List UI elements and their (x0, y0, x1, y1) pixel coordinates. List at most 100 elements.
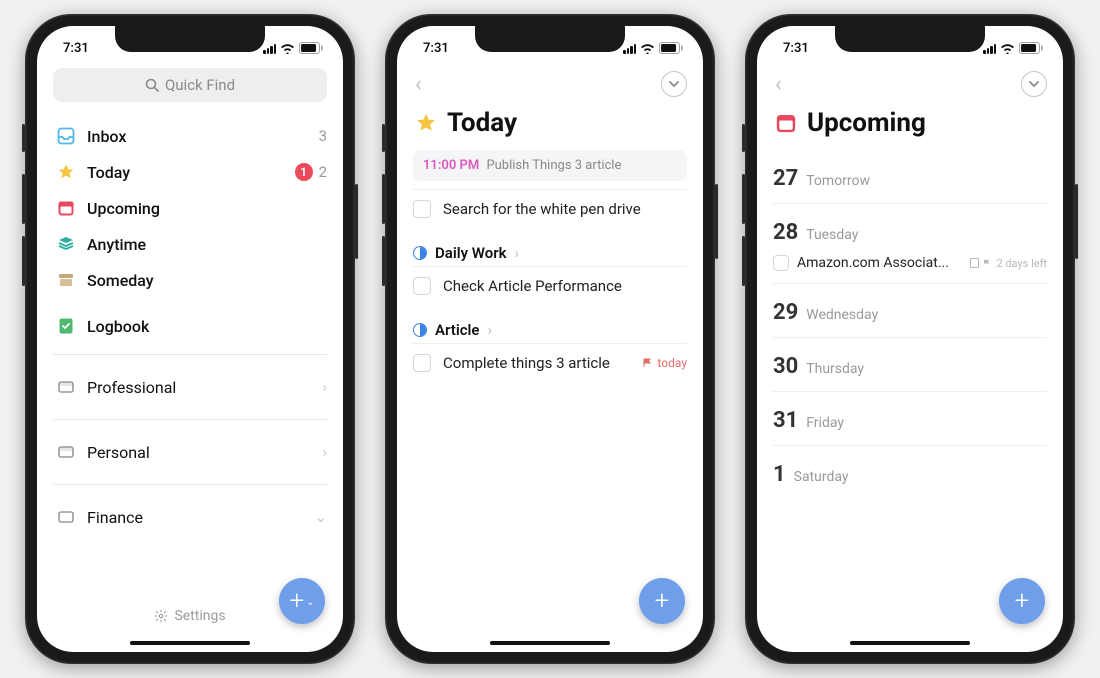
star-icon (53, 163, 79, 181)
chevron-down-icon: ⌄ (306, 597, 314, 608)
signal-icon (623, 43, 636, 54)
day-number: 1 (773, 462, 786, 487)
chevron-right-icon: › (488, 321, 493, 339)
wifi-icon (1000, 43, 1015, 54)
chevron-right-icon: › (322, 443, 327, 461)
archive-icon (53, 271, 79, 289)
divider (53, 419, 327, 420)
sidebar-item-someday[interactable]: Someday (53, 262, 327, 298)
plus-icon: + (655, 586, 670, 616)
checkbox[interactable] (773, 255, 789, 271)
project-progress-icon (413, 323, 427, 337)
sidebar-item-label: Logbook (87, 317, 327, 336)
phone-frame-1: 7:31 Quick Find Inbox 3 (25, 14, 355, 664)
more-options-button[interactable] (661, 71, 687, 97)
sidebar-item-label: Today (87, 163, 295, 182)
day-31[interactable]: 31 Friday (773, 392, 1047, 446)
page-title-row: Upcoming (775, 108, 1047, 138)
phone-frame-3: 7:31 ‹ Upcoming 27Tomorrow 28 (745, 14, 1075, 664)
back-button[interactable]: ‹ (413, 72, 422, 97)
task-text: Search for the white pen drive (443, 200, 687, 218)
day-27[interactable]: 27Tomorrow (773, 150, 1047, 204)
sidebar-item-upcoming[interactable]: Upcoming (53, 190, 327, 226)
search-input[interactable]: Quick Find (53, 68, 327, 102)
task-row[interactable]: Complete things 3 article today (413, 344, 687, 382)
task-row[interactable]: Check Article Performance (413, 267, 687, 305)
checkbox[interactable] (413, 354, 431, 372)
event-time: 11:00 PM (423, 158, 479, 173)
day-weekday: Wednesday (806, 307, 878, 323)
day-weekday: Thursday (806, 361, 864, 377)
fab-add-button[interactable]: + (999, 578, 1045, 624)
logbook-icon (53, 317, 79, 335)
divider (53, 484, 327, 485)
checkbox[interactable] (413, 200, 431, 218)
home-indicator[interactable] (850, 641, 970, 645)
status-time: 7:31 (423, 41, 449, 56)
plus-icon: + (289, 586, 304, 616)
day-28[interactable]: 28 Tuesday Amazon.com Associat... 2 days … (773, 204, 1047, 284)
checkbox[interactable] (413, 277, 431, 295)
task-text: Amazon.com Associat... (797, 255, 962, 271)
plus-icon: + (1015, 586, 1030, 616)
section-header-daily-work[interactable]: Daily Work › (413, 244, 687, 262)
inbox-icon (53, 127, 79, 145)
project-progress-icon (413, 246, 427, 260)
day-29[interactable]: 29 Wednesday (773, 284, 1047, 338)
area-finance[interactable]: Finance ⌄ (53, 495, 327, 539)
sidebar-item-anytime[interactable]: Anytime (53, 226, 327, 262)
task-row[interactable]: Search for the white pen drive (413, 190, 687, 228)
sidebar-item-label: Inbox (87, 127, 319, 146)
screen-today: 7:31 ‹ Today 11:00 PM Publish Things 3 a… (397, 26, 703, 652)
status-time: 7:31 (63, 41, 89, 56)
area-icon (53, 378, 79, 396)
day-weekday: Tomorrow (806, 173, 870, 189)
day-weekday: Tuesday (806, 227, 858, 243)
fab-add-button[interactable]: +⌄ (279, 578, 325, 624)
day-number: 31 (773, 408, 798, 433)
screen-upcoming: 7:31 ‹ Upcoming 27Tomorrow 28 (757, 26, 1063, 652)
chevron-right-icon: › (322, 378, 327, 396)
day-1[interactable]: 1Saturday (773, 446, 1047, 499)
area-icon (53, 443, 79, 461)
sidebar-item-logbook[interactable]: Logbook (53, 308, 327, 344)
area-label: Finance (87, 508, 314, 527)
wifi-icon (280, 43, 295, 54)
calendar-event[interactable]: 11:00 PM Publish Things 3 article (413, 150, 687, 181)
day-30[interactable]: 30 Thursday (773, 338, 1047, 392)
day-number: 29 (773, 300, 798, 325)
divider (53, 354, 327, 355)
count-badge: 2 (319, 163, 327, 181)
day-weekday: Friday (806, 415, 844, 431)
sidebar-item-today[interactable]: Today 1 2 (53, 154, 327, 190)
chevron-right-icon: › (515, 244, 520, 262)
count-badge: 3 (319, 127, 327, 145)
settings-label: Settings (174, 608, 225, 624)
notification-badge: 1 (295, 163, 313, 181)
chevron-down-icon: ⌄ (314, 508, 327, 526)
fab-add-button[interactable]: + (639, 578, 685, 624)
sidebar-item-label: Anytime (87, 235, 327, 254)
star-icon (415, 112, 437, 134)
flag-icon (983, 259, 992, 268)
page-title-row: Today (415, 108, 687, 138)
section-header-article[interactable]: Article › (413, 321, 687, 339)
chevron-down-icon (668, 78, 680, 90)
day-number: 28 (773, 220, 798, 245)
area-personal[interactable]: Personal › (53, 430, 327, 474)
phone-frame-2: 7:31 ‹ Today 11:00 PM Publish Things 3 a… (385, 14, 715, 664)
area-professional[interactable]: Professional › (53, 365, 327, 409)
home-indicator[interactable] (130, 641, 250, 645)
more-options-button[interactable] (1021, 71, 1047, 97)
section-title: Daily Work (435, 244, 507, 262)
day-number: 30 (773, 354, 798, 379)
home-indicator[interactable] (490, 641, 610, 645)
status-time: 7:31 (783, 41, 809, 56)
battery-icon (1019, 42, 1043, 54)
signal-icon (983, 43, 996, 54)
back-button[interactable]: ‹ (773, 72, 782, 97)
area-icon (53, 508, 79, 526)
gear-icon (154, 609, 168, 623)
task-row[interactable]: Amazon.com Associat... 2 days left (773, 255, 1047, 271)
sidebar-item-inbox[interactable]: Inbox 3 (53, 118, 327, 154)
